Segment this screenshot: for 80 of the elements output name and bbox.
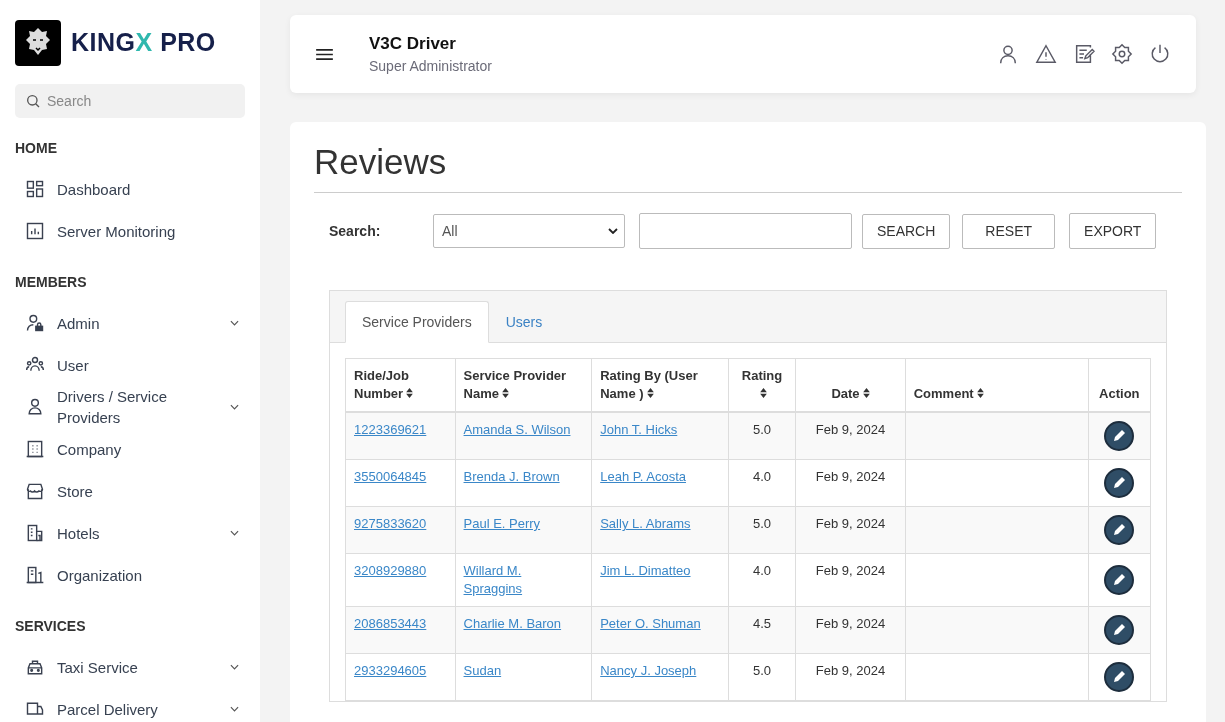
date-value: Feb 9, 2024 <box>815 663 886 678</box>
filter-dropdown[interactable]: All <box>433 214 625 248</box>
nav-icon <box>25 313 45 333</box>
edit-icon[interactable] <box>1104 662 1135 692</box>
nav-icon <box>25 523 45 543</box>
table-link[interactable]: Leah P. Acosta <box>600 468 686 486</box>
search-label: Search: <box>328 223 382 239</box>
nav-icon <box>25 481 45 501</box>
table-link[interactable]: Paul E. Perry <box>463 515 541 533</box>
nav-icon <box>25 179 45 199</box>
table-link[interactable]: 3550064845 <box>354 468 427 486</box>
search-icon <box>25 93 41 109</box>
search-field[interactable]: Search <box>15 84 245 118</box>
action-button[interactable]: SEARCH <box>862 213 951 249</box>
rating-value: 5.0 <box>753 422 772 437</box>
sidebar-item[interactable]: Organization <box>15 554 245 596</box>
keyword-field[interactable] <box>639 213 852 249</box>
sidebar-item[interactable]: Hotels <box>15 512 245 554</box>
sidebar-item[interactable]: Taxi Service <box>15 646 245 688</box>
sidebar-item[interactable]: Admin <box>15 302 245 344</box>
lion-logo-icon <box>15 19 61 66</box>
table-link[interactable]: 2086853443 <box>354 615 427 633</box>
table-link[interactable]: Peter O. Shuman <box>600 615 701 633</box>
rating-value: 4.0 <box>753 469 772 484</box>
section-heading: MEMBERS <box>15 274 88 290</box>
action-button[interactable]: EXPORT <box>1069 213 1157 249</box>
table-link[interactable]: 1223369621 <box>354 421 427 439</box>
table-link[interactable]: John T. Hicks <box>600 421 678 439</box>
action-button[interactable]: RESET <box>962 213 1056 249</box>
caret-icon <box>608 228 618 234</box>
table-link[interactable]: Sudan <box>463 662 502 680</box>
date-value: Feb 9, 2024 <box>815 616 886 631</box>
edit-icon[interactable] <box>1104 421 1135 451</box>
edit-icon[interactable] <box>1104 468 1135 498</box>
table-link[interactable]: 9275833620 <box>354 515 427 533</box>
sidebar-item[interactable]: Dashboard <box>15 168 245 210</box>
table-link[interactable]: Amanda S. Wilson <box>463 421 571 439</box>
date-value: Feb 9, 2024 <box>815 469 886 484</box>
table-link[interactable]: Willard M. Spraggins <box>463 562 584 598</box>
rating-value: 4.5 <box>753 616 772 631</box>
sidebar-item[interactable]: Parcel Delivery <box>15 688 245 722</box>
sidebar-item[interactable]: Drivers / Service Providers <box>15 386 245 428</box>
sidebar-item[interactable]: Server Monitoring <box>15 210 245 252</box>
nav-icon <box>25 657 45 677</box>
edit-icon[interactable] <box>1104 615 1135 645</box>
date-value: Feb 9, 2024 <box>815 563 886 578</box>
edit-icon[interactable] <box>1104 565 1135 595</box>
warning-icon[interactable] <box>1035 43 1057 65</box>
user-icon[interactable] <box>997 43 1019 65</box>
menu-icon[interactable] <box>315 47 334 61</box>
rating-value: 5.0 <box>753 663 772 678</box>
tab[interactable]: Service Providers <box>345 301 489 343</box>
sidebar-item[interactable]: Store <box>15 470 245 512</box>
table-link[interactable]: Jim L. Dimatteo <box>600 562 691 580</box>
table-link[interactable]: Charlie M. Baron <box>463 615 562 633</box>
table-link[interactable]: 3208929880 <box>354 562 427 580</box>
rating-value: 4.0 <box>753 563 772 578</box>
nav-icon <box>25 439 45 459</box>
date-value: Feb 9, 2024 <box>815 516 886 531</box>
nav-icon <box>25 221 45 241</box>
nav-icon <box>25 565 45 585</box>
table-link[interactable]: Brenda J. Brown <box>463 468 560 486</box>
table-link[interactable]: Sally L. Abrams <box>600 515 691 533</box>
table-link[interactable]: Nancy J. Joseph <box>600 662 697 680</box>
date-value: Feb 9, 2024 <box>815 422 886 437</box>
sidebar-item[interactable]: User <box>15 344 245 386</box>
section-heading: SERVICES <box>15 618 87 634</box>
edit-note-icon[interactable] <box>1073 43 1095 65</box>
power-icon[interactable] <box>1149 43 1171 65</box>
rating-value: 5.0 <box>753 516 772 531</box>
user-role: Super Administrator <box>369 58 493 74</box>
table-link[interactable]: 2933294605 <box>354 662 427 680</box>
app-title: V3C Driver <box>369 34 457 54</box>
settings-icon[interactable] <box>1111 43 1133 65</box>
brand-name: KINGX PRO <box>71 28 216 57</box>
tab[interactable]: Users <box>488 301 560 343</box>
edit-icon[interactable] <box>1104 515 1135 545</box>
page-title: Reviews <box>314 142 1182 193</box>
section-heading: HOME <box>15 140 58 156</box>
sidebar-item[interactable]: Company <box>15 428 245 470</box>
